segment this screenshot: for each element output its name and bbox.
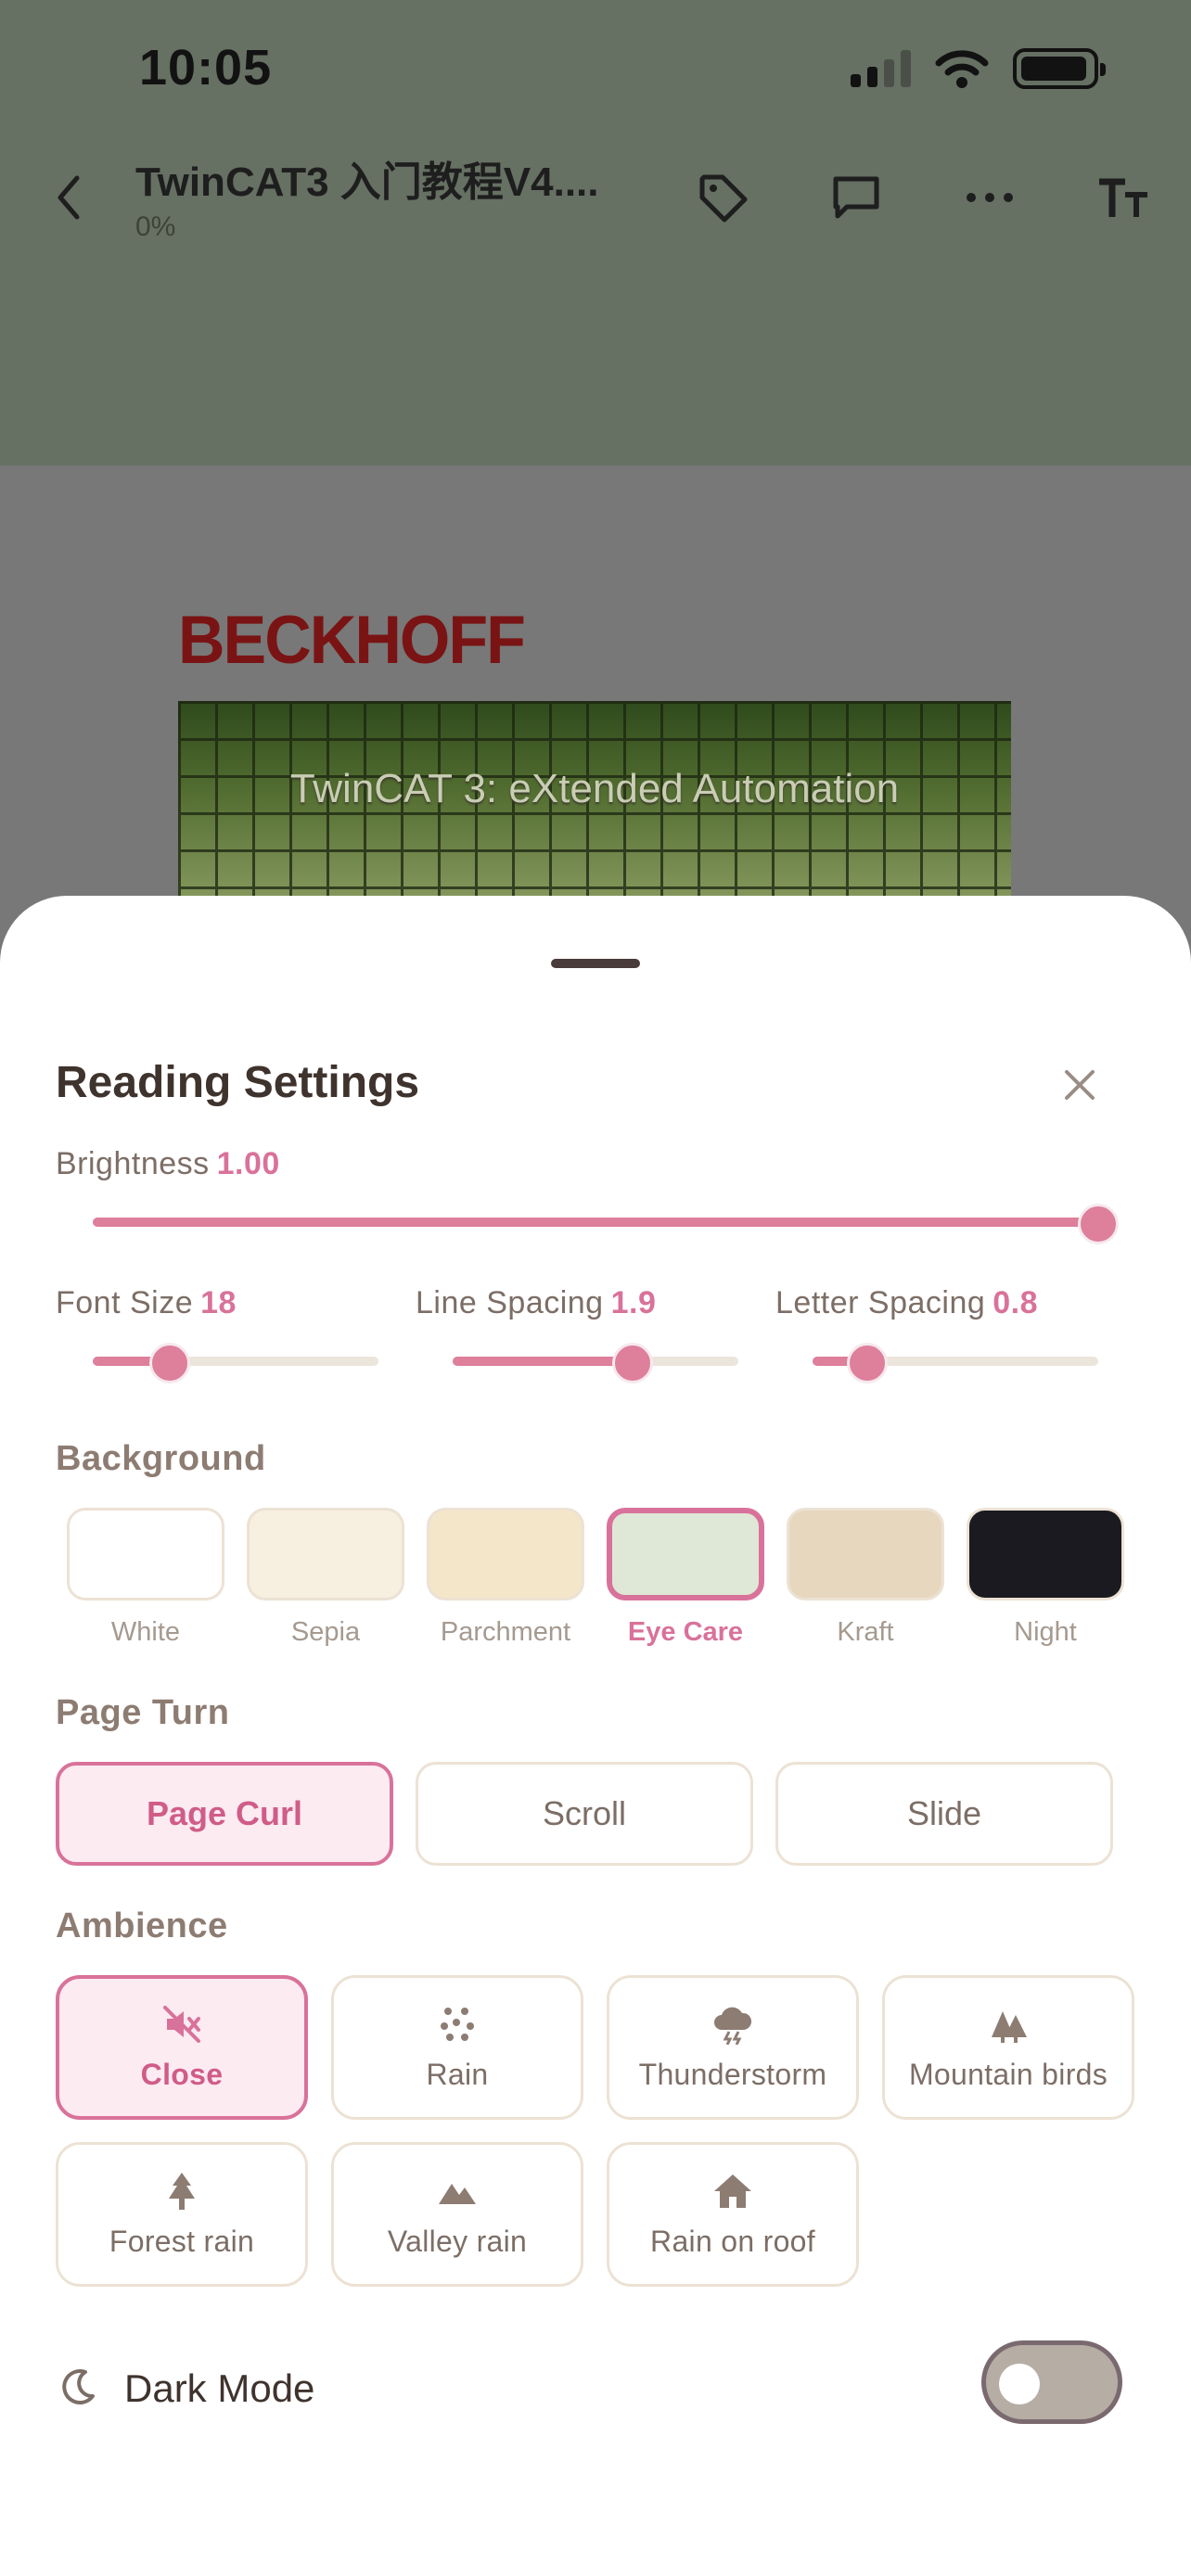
cellular-signal-icon (851, 50, 911, 87)
close-icon (1065, 1070, 1095, 1100)
letter-spacing-slider-thumb[interactable] (846, 1343, 888, 1384)
line-spacing-value: 1.9 (610, 1285, 657, 1320)
background-label-sepia: Sepia (290, 1617, 361, 1647)
background-label-eye-care: Eye Care (627, 1617, 744, 1647)
reading-progress: 0% (135, 211, 176, 242)
background-swatch-sepia[interactable] (247, 1508, 404, 1600)
rain-dots-icon (441, 2007, 474, 2041)
page-turn-section-title: Page Turn (56, 1693, 230, 1732)
page-turn-option-slide[interactable]: Slide (775, 1762, 1113, 1866)
background-label-kraft: Kraft (837, 1617, 894, 1647)
background-swatch-parchment[interactable] (427, 1508, 584, 1600)
font-size-value: 18 (200, 1285, 237, 1320)
back-button[interactable] (43, 165, 95, 230)
font-size-slider[interactable] (93, 1343, 378, 1384)
text-size-icon (1099, 178, 1147, 217)
background-label-parchment: Parchment (440, 1617, 571, 1647)
ambience-option-rain-on-roof[interactable]: Rain on roof (607, 2142, 859, 2287)
ambience-option-mountain-birds[interactable]: Mountain birds (882, 1975, 1134, 2120)
sheet-drag-handle[interactable] (551, 959, 640, 968)
tag-icon (699, 174, 748, 223)
ambience-label: Thunderstorm (638, 2057, 827, 2091)
battery-icon (1013, 48, 1106, 89)
ambience-section-title: Ambience (56, 1906, 228, 1945)
banner-text: TwinCAT 3: eXtended Automation (289, 766, 900, 811)
line-spacing-slider[interactable] (453, 1343, 738, 1384)
status-icons (851, 48, 1106, 89)
more-button[interactable] (957, 165, 1022, 230)
brightness-slider-thumb[interactable] (1078, 1204, 1119, 1244)
background-label-white: White (110, 1617, 181, 1647)
font-size-label-text: Font Size (56, 1285, 194, 1320)
mountains-icon (439, 2183, 476, 2204)
font-size-label: Font Size 18 (56, 1285, 237, 1321)
brand-logo: BECKHOFF (178, 602, 526, 678)
mute-speaker-icon (163, 2005, 200, 2043)
brightness-label-text: Brightness (56, 1146, 210, 1181)
letter-spacing-value: 0.8 (992, 1285, 1039, 1320)
ambience-label: Rain on roof (650, 2224, 815, 2258)
status-time: 10:05 (139, 40, 273, 96)
dark-mode-label: Dark Mode (124, 2366, 315, 2410)
background-swatch-night[interactable] (967, 1508, 1124, 1600)
ambience-label: Mountain birds (908, 2057, 1108, 2091)
tag-button[interactable] (690, 165, 755, 230)
line-spacing-label-text: Line Spacing (416, 1285, 604, 1320)
dark-mode-row: Dark Mode (56, 2339, 1122, 2431)
page-turn-option-page-curl[interactable]: Page Curl (56, 1762, 393, 1866)
document-banner-image: TwinCAT 3: eXtended Automation (178, 701, 1011, 905)
reading-settings-sheet: Reading Settings Brightness 1.00 Font Siz… (0, 896, 1191, 2576)
background-swatch-kraft[interactable] (787, 1508, 944, 1600)
ambience-label: Rain (426, 2057, 489, 2091)
letter-spacing-label-text: Letter Spacing (775, 1285, 986, 1320)
letter-spacing-label: Letter Spacing 0.8 (775, 1285, 1038, 1321)
ambience-label: Close (140, 2057, 224, 2091)
text-size-button[interactable] (1091, 165, 1156, 230)
ambience-option-rain[interactable]: Rain (331, 1975, 583, 2120)
comment-icon (833, 176, 879, 219)
close-button[interactable] (1057, 1063, 1102, 1107)
wifi-icon (935, 50, 989, 88)
more-icon (967, 193, 1013, 202)
font-size-slider-thumb[interactable] (149, 1343, 191, 1384)
moon-icon (62, 2369, 95, 2404)
dark-mode-toggle[interactable] (981, 2340, 1122, 2424)
house-icon (714, 2174, 751, 2208)
ambience-label: Forest rain (109, 2224, 255, 2258)
background-label-night: Night (1014, 1617, 1077, 1647)
forest-icon (992, 2010, 1027, 2043)
background-swatch-white[interactable] (67, 1508, 224, 1600)
dark-mode-toggle-knob (999, 2364, 1040, 2404)
brightness-label: Brightness 1.00 (56, 1146, 280, 1182)
background-section-title: Background (56, 1439, 266, 1478)
thunder-cloud-icon (714, 2007, 752, 2045)
letter-spacing-slider[interactable] (813, 1343, 1098, 1384)
background-swatch-eye-care[interactable] (607, 1508, 764, 1600)
reader-top-bar: 10:05 TwinCAT3 入门教程V4.... 0% (0, 0, 1191, 465)
ambience-option-forest-rain[interactable]: Forest rain (56, 2142, 308, 2287)
ambience-option-valley-rain[interactable]: Valley rain (331, 2142, 583, 2287)
brightness-value: 1.00 (216, 1146, 280, 1181)
tree-icon (169, 2172, 195, 2210)
comment-button[interactable] (824, 165, 889, 230)
sheet-title: Reading Settings (56, 1058, 420, 1107)
line-spacing-label: Line Spacing 1.9 (416, 1285, 656, 1321)
back-chevron-icon (58, 175, 80, 220)
brightness-slider[interactable] (93, 1204, 1119, 1244)
ambience-option-thunderstorm[interactable]: Thunderstorm (607, 1975, 859, 2120)
document-title: TwinCAT3 入门教程V4.... (135, 159, 599, 205)
ambience-label: Valley rain (387, 2224, 528, 2258)
ambience-option-close[interactable]: Close (56, 1975, 308, 2120)
page-turn-option-scroll[interactable]: Scroll (416, 1762, 753, 1866)
line-spacing-slider-thumb[interactable] (612, 1343, 654, 1384)
